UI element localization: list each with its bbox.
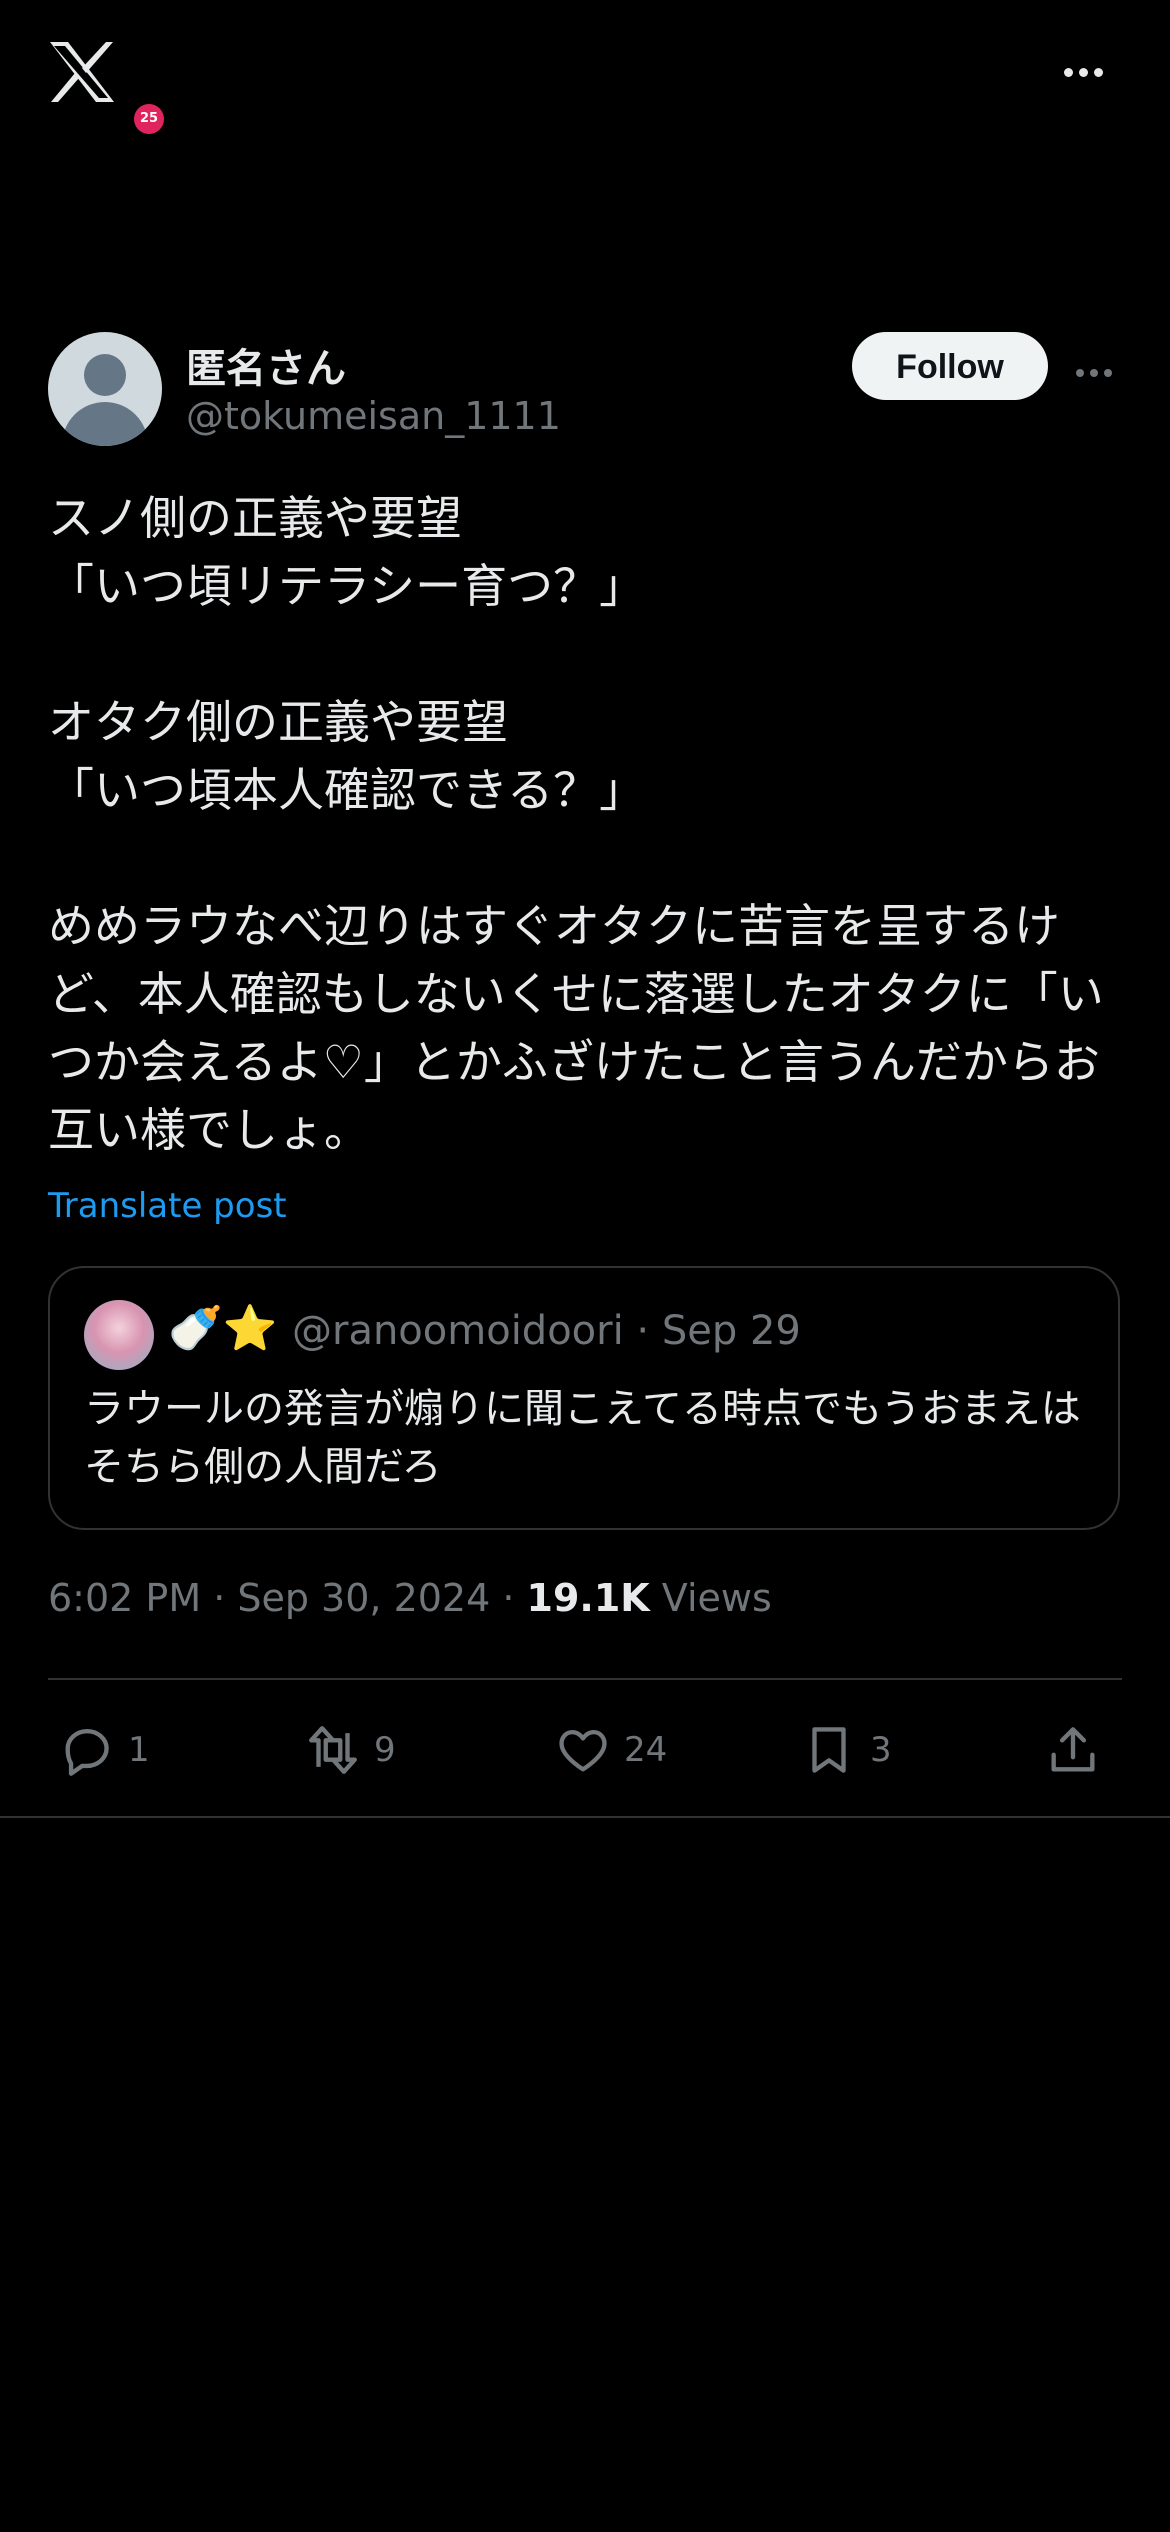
- follow-button[interactable]: Follow: [852, 332, 1048, 400]
- like-count: 24: [624, 1730, 668, 1770]
- quoted-post[interactable]: 🍼⭐ @ranoomoidoori · Sep 29 ラウールの発言が煽りに聞こ…: [48, 1266, 1120, 1530]
- heart-icon: [559, 1729, 607, 1772]
- views-count: 19.1K: [526, 1576, 650, 1620]
- repost-button[interactable]: 9: [304, 1710, 396, 1790]
- quoted-avatar[interactable]: [84, 1300, 154, 1370]
- bookmark-button[interactable]: 3: [800, 1710, 892, 1790]
- bookmark-icon: [812, 1727, 846, 1773]
- translate-post-link[interactable]: Translate post: [48, 1186, 287, 1226]
- post-timestamp[interactable]: 6:02 PM · Sep 30, 2024 ·: [48, 1576, 527, 1620]
- post-more-icon[interactable]: [1076, 362, 1126, 382]
- notification-badge: 25: [134, 104, 164, 134]
- more-icon[interactable]: [1064, 62, 1114, 82]
- post-text: スノ側の正義や要望 「いつ頃リテラシー育つ？」 オタク側の正義や要望 「いつ頃本…: [48, 491, 1104, 1157]
- x-logo-icon[interactable]: 25: [46, 40, 164, 134]
- reply-count: 1: [128, 1730, 150, 1770]
- top-bar: 25: [0, 0, 1170, 150]
- author-handle[interactable]: @tokumeisan_1111: [186, 394, 561, 438]
- avatar[interactable]: [48, 332, 162, 446]
- quoted-text: ラウールの発言が煽りに聞こえてる時点でもうおまえはそちら側の人間だろ: [84, 1386, 1081, 1490]
- share-button[interactable]: [1044, 1710, 1102, 1790]
- quoted-display-name: 🍼⭐: [168, 1303, 278, 1354]
- repost-icon: [309, 1726, 357, 1774]
- action-bar: 1 9 24 3: [48, 1710, 1122, 1790]
- quoted-handle-date: @ranoomoidoori · Sep 29: [292, 1308, 801, 1354]
- reply-button[interactable]: 1: [58, 1710, 150, 1790]
- divider: [0, 1816, 1170, 1818]
- bookmark-count: 3: [870, 1730, 892, 1770]
- share-icon: [1051, 1727, 1095, 1772]
- divider: [48, 1678, 1122, 1680]
- repost-count: 9: [374, 1730, 396, 1770]
- reply-icon: [65, 1728, 109, 1776]
- views-label: Views: [649, 1576, 772, 1620]
- like-button[interactable]: 24: [554, 1710, 667, 1790]
- author-name[interactable]: 匿名さん: [186, 336, 346, 394]
- post-metadata: 6:02 PM · Sep 30, 2024 · 19.1K Views: [48, 1576, 772, 1620]
- post-author: 匿名さん @tokumeisan_1111 Follow: [48, 332, 1122, 448]
